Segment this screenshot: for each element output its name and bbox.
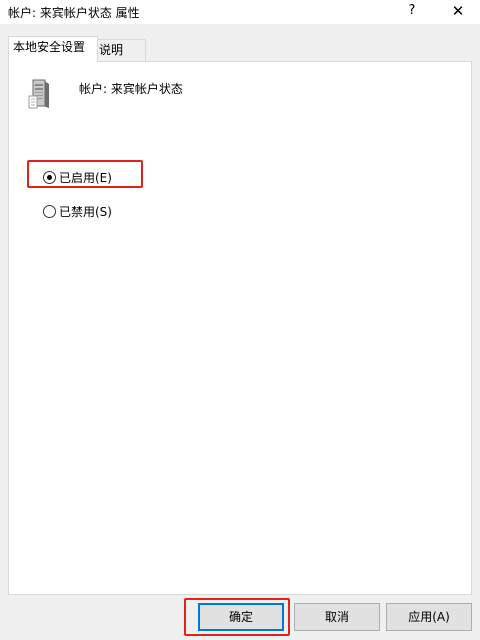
enabled-option[interactable]: 已启用(E) <box>43 168 112 186</box>
settings-panel: 帐户: 来宾帐户状态 已启用(E) 已禁用(S) <box>8 61 472 595</box>
title-bar: 帐户: 来宾帐户状态 属性 ? ✕ <box>0 0 480 24</box>
close-button[interactable]: ✕ <box>438 0 478 24</box>
policy-title: 帐户: 来宾帐户状态 <box>79 82 183 96</box>
disabled-option[interactable]: 已禁用(S) <box>43 202 112 220</box>
ok-button[interactable]: 确定 <box>198 603 284 631</box>
tab-explain[interactable]: 说明 <box>94 39 146 62</box>
server-icon <box>28 79 49 109</box>
enabled-radio[interactable] <box>43 170 56 184</box>
apply-button[interactable]: 应用(A) <box>386 603 472 631</box>
cancel-button[interactable]: 取消 <box>294 603 380 631</box>
enabled-label: 已启用(E) <box>59 170 112 185</box>
tab-local-security-setting[interactable]: 本地安全设置 <box>8 36 98 62</box>
help-button[interactable]: ? <box>392 0 432 24</box>
window-title: 帐户: 来宾帐户状态 属性 <box>8 6 140 20</box>
disabled-radio[interactable] <box>43 204 56 218</box>
disabled-label: 已禁用(S) <box>59 204 112 219</box>
